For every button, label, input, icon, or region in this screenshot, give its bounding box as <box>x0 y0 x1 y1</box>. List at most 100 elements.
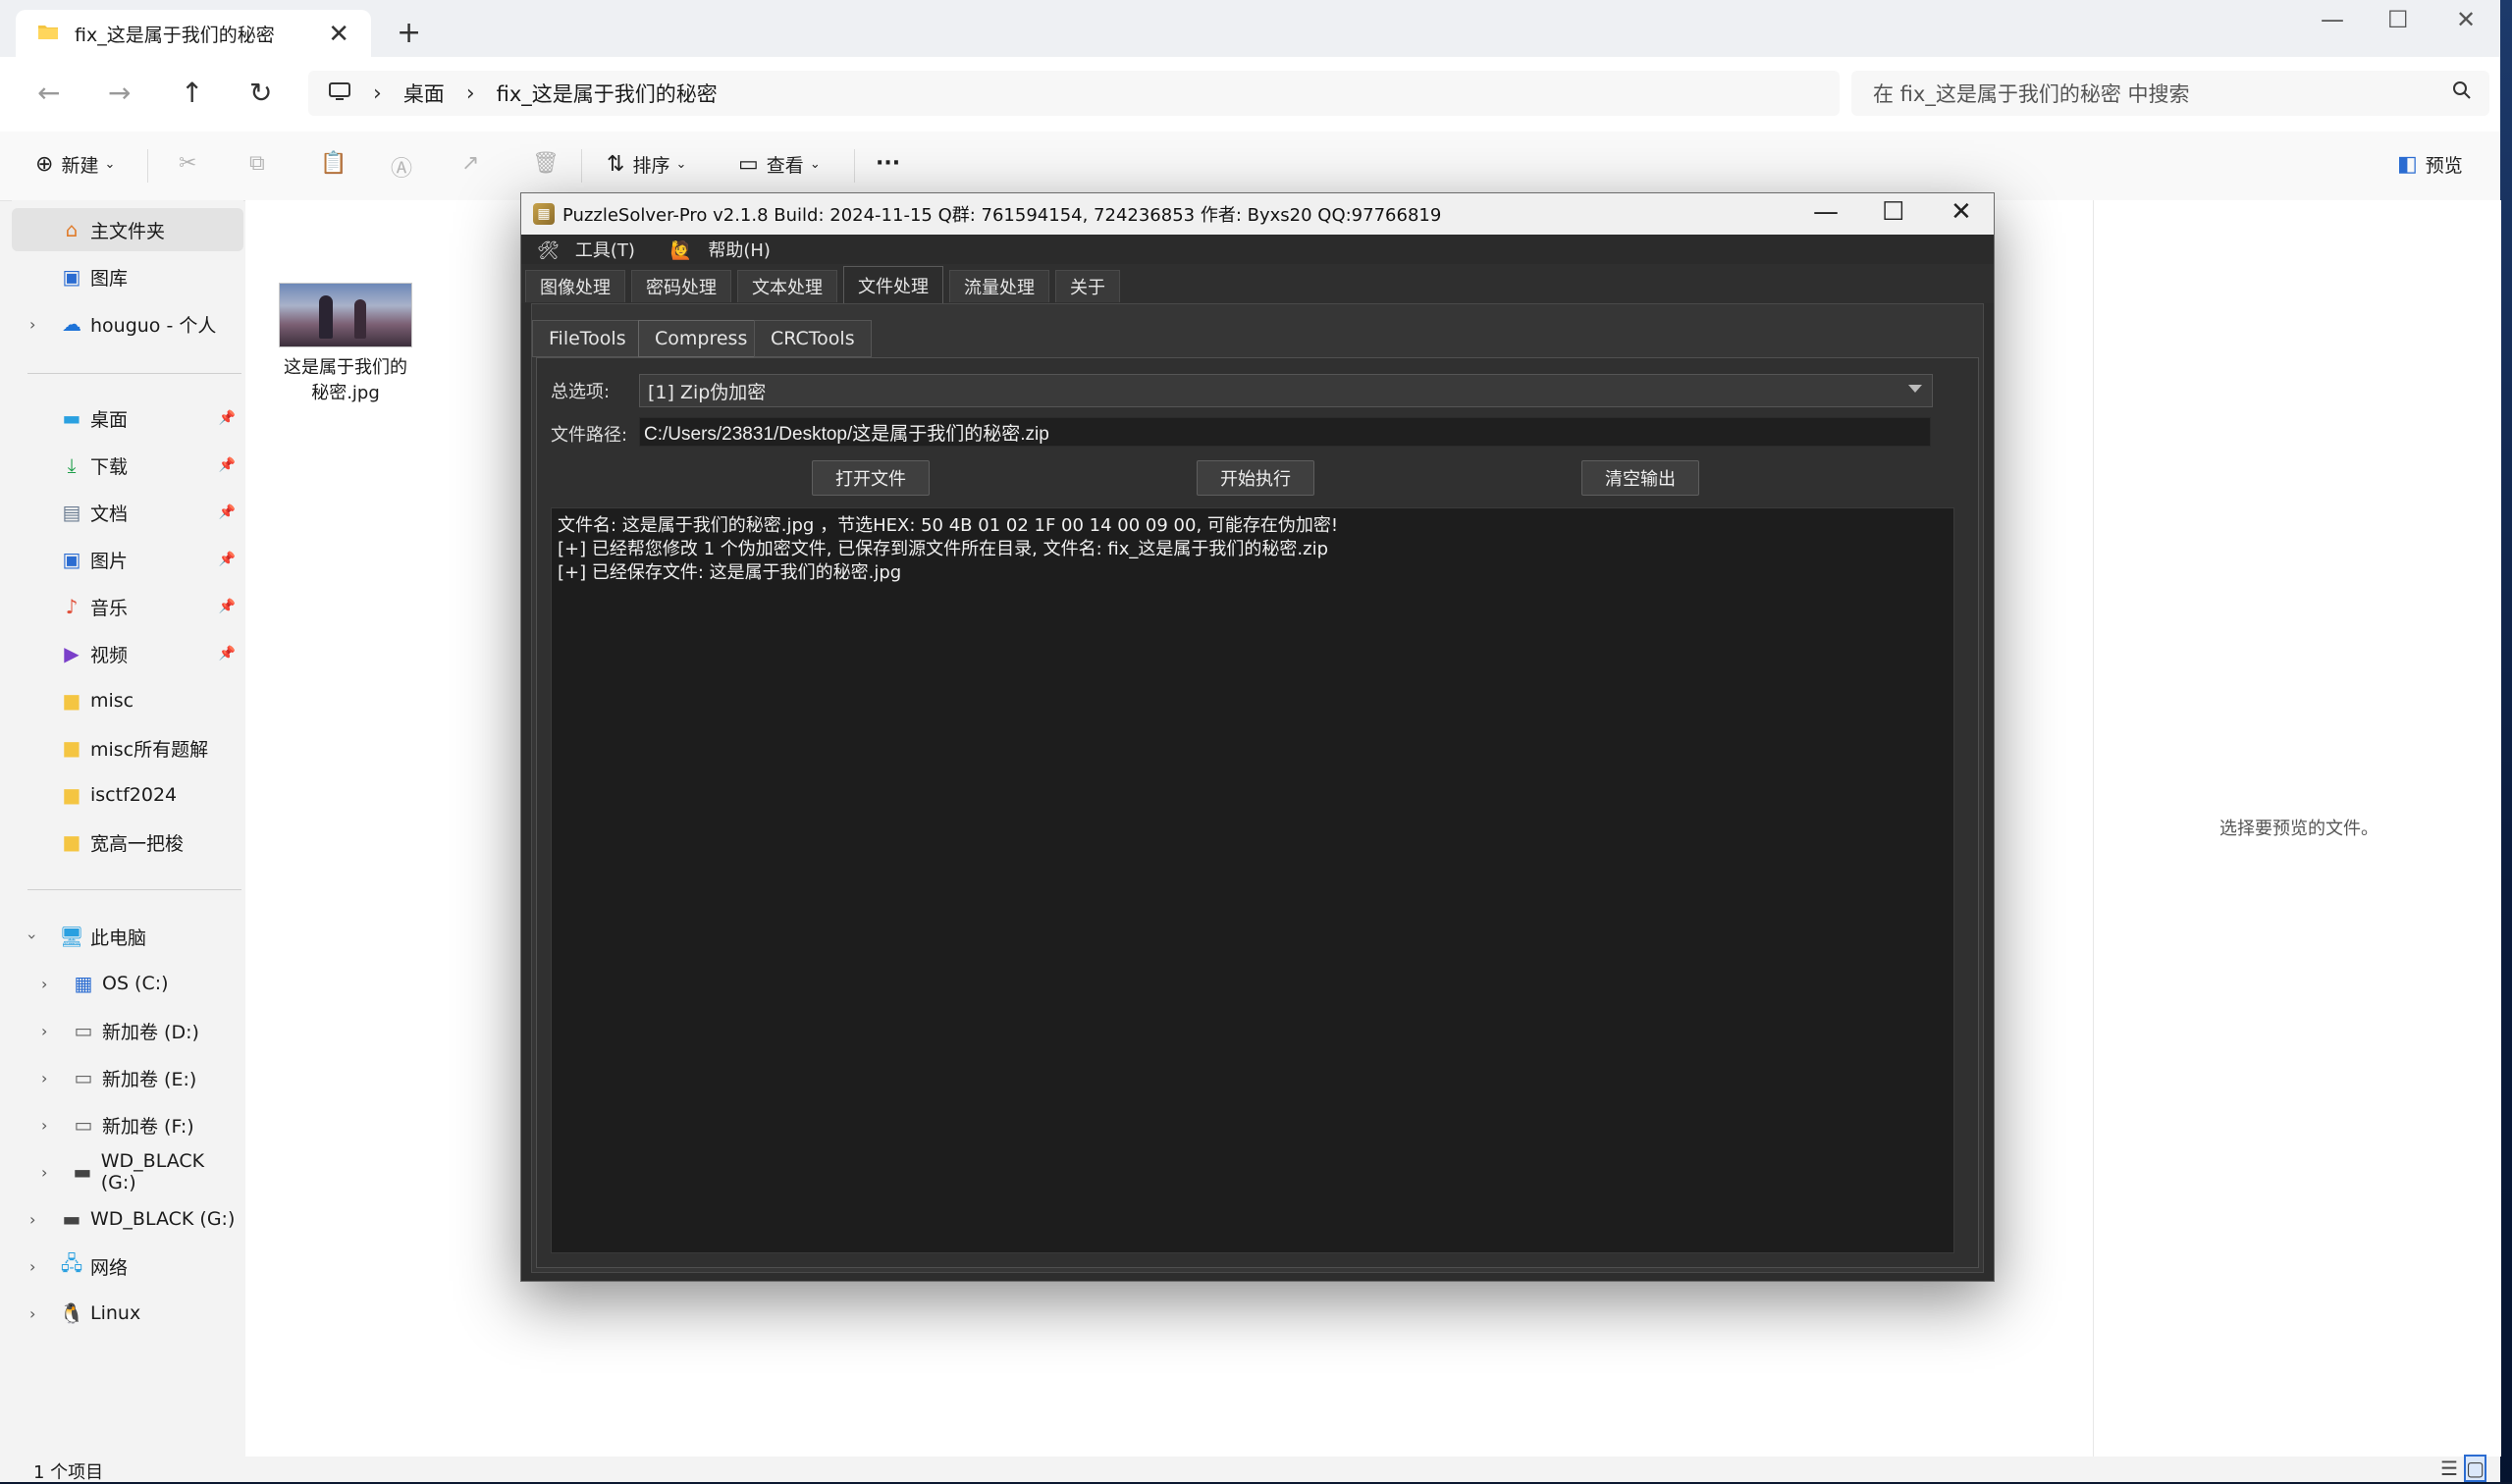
chevron-down-icon[interactable]: › <box>24 933 42 939</box>
output-textarea[interactable]: 文件名: 这是属于我们的秘密.jpg ，节选HEX: 50 4B 01 02 1… <box>551 507 1954 1253</box>
paste-button[interactable]: 📋 <box>320 151 354 176</box>
sidebar-item-drive-e[interactable]: › ▭ 新加卷 (E:) <box>12 1056 243 1099</box>
menu-tools[interactable]: 🛠 工具(T) <box>537 237 645 262</box>
desktop-icon: ▬ <box>62 406 81 430</box>
chevron-right-icon[interactable]: › <box>29 1304 35 1323</box>
run-button[interactable]: 开始执行 <box>1197 460 1314 496</box>
minimize-button[interactable]: — <box>2321 6 2344 33</box>
sidebar-item-home[interactable]: ⌂ 主文件夹 <box>12 208 243 251</box>
chevron-down-icon: ⌄ <box>104 157 116 172</box>
sidebar-item-misc[interactable]: ■ misc <box>12 679 243 722</box>
minimize-button[interactable]: — <box>1813 197 1839 227</box>
maximize-button[interactable]: ☐ <box>1882 197 1904 227</box>
sidebar-item-width-height[interactable]: ■ 宽高一把梭 <box>12 821 243 864</box>
close-button[interactable]: ✕ <box>1951 197 1972 227</box>
sidebar-item-onedrive[interactable]: › ☁ houguo - 个人 <box>12 302 243 345</box>
rename-button[interactable]: Ⓐ <box>391 151 420 183</box>
file-item[interactable]: 这是属于我们的 秘密.jpg <box>277 283 414 404</box>
sidebar-item-drive-d[interactable]: › ▭ 新加卷 (D:) <box>12 1009 243 1052</box>
tab-traffic-processing[interactable]: 流量处理 <box>949 270 1049 302</box>
breadcrumb-separator: › <box>373 80 382 106</box>
sidebar-item-linux[interactable]: › 🐧 Linux <box>12 1292 243 1335</box>
share-icon: ↗ <box>461 151 480 176</box>
tab-text-processing[interactable]: 文本处理 <box>737 270 837 302</box>
sidebar-item-videos[interactable]: ▶ 视频 📌 <box>12 632 243 675</box>
file-processing-panel: FileTools Compress CRCTools 总选项: [1] Zip… <box>531 303 1984 1273</box>
share-button[interactable]: ↗ <box>461 151 487 176</box>
open-file-button[interactable]: 打开文件 <box>812 460 930 496</box>
tab-file-processing[interactable]: 文件处理 <box>843 266 943 304</box>
up-button[interactable]: ↑ <box>181 77 203 109</box>
sidebar-item-drive-c[interactable]: › ▦ OS (C:) <box>12 962 243 1005</box>
cut-button[interactable]: ✂ <box>179 151 204 176</box>
sidebar-item-downloads[interactable]: ⤓ 下载 📌 <box>12 444 243 487</box>
address-bar[interactable]: › 桌面 › fix_这是属于我们的秘密 <box>308 71 1840 116</box>
sort-button[interactable]: ⇅ 排序 ⌄ <box>607 151 686 178</box>
main-tabs: 图像处理 密码处理 文本处理 文件处理 流量处理 关于 <box>521 264 1994 304</box>
sidebar-item-wd-black[interactable]: › ▬ WD_BLACK (G:) <box>12 1197 243 1241</box>
new-tab-button[interactable]: + <box>397 16 421 50</box>
refresh-button[interactable]: ↻ <box>249 77 272 109</box>
sidebar-item-label: 视频 <box>90 644 129 666</box>
sidebar-item-label: isctf2024 <box>90 784 178 806</box>
sidebar-item-label: WD_BLACK (G:) <box>90 1208 236 1230</box>
chevron-right-icon[interactable]: › <box>29 315 35 334</box>
sidebar-divider <box>27 889 241 890</box>
sidebar-item-drive-g[interactable]: › ▬ WD_BLACK (G:) <box>12 1150 243 1193</box>
sidebar-item-isctf2024[interactable]: ■ isctf2024 <box>12 773 243 817</box>
sidebar-item-label: 此电脑 <box>90 927 147 949</box>
breadcrumb-current-folder[interactable]: fix_这是属于我们的秘密 <box>497 79 718 108</box>
menu-help-label: 帮助(H) <box>708 240 771 261</box>
details-view-icon[interactable]: ☰ <box>2440 1457 2458 1480</box>
sidebar-item-label: OS (C:) <box>102 973 169 994</box>
tab-current-folder[interactable]: fix_这是属于我们的秘密 ✕ <box>16 10 371 57</box>
chevron-right-icon[interactable]: › <box>41 1116 47 1135</box>
chevron-down-icon: ⌄ <box>675 157 687 172</box>
sidebar-item-pictures[interactable]: ▣ 图片 📌 <box>12 538 243 581</box>
menu-help[interactable]: 🙋 帮助(H) <box>670 237 780 262</box>
tiles-view-icon[interactable]: ▢ <box>2464 1455 2486 1482</box>
back-button[interactable]: ← <box>37 77 60 109</box>
sidebar-item-network[interactable]: › 🖧 网络 <box>12 1245 243 1288</box>
copy-button[interactable]: ⧉ <box>249 151 273 176</box>
subtab-crctools[interactable]: CRCTools <box>754 320 872 357</box>
sidebar-item-documents[interactable]: ▤ 文档 📌 <box>12 491 243 534</box>
chevron-right-icon[interactable]: › <box>41 1163 47 1182</box>
chevron-right-icon[interactable]: › <box>41 975 47 993</box>
computer-icon: 🖥 <box>59 925 84 948</box>
sidebar-item-misc-solutions[interactable]: ■ misc所有题解 <box>12 726 243 769</box>
sidebar-item-drive-f[interactable]: › ▭ 新加卷 (F:) <box>12 1103 243 1146</box>
delete-button[interactable]: 🗑 <box>532 151 567 176</box>
chevron-right-icon[interactable]: › <box>41 1069 47 1087</box>
search-icon[interactable] <box>2452 80 2472 106</box>
new-button[interactable]: ⊕ 新建 ⌄ <box>35 151 115 178</box>
preview-pane-button[interactable]: ◧ 预览 <box>2397 151 2463 178</box>
sidebar-item-this-pc[interactable]: › 🖥 此电脑 <box>12 915 243 958</box>
puzzle-app-icon: ▦ <box>533 203 555 225</box>
sidebar-item-label: 新加卷 (E:) <box>102 1068 197 1090</box>
search-input[interactable]: 在 fix_这是属于我们的秘密 中搜索 <box>1851 71 2489 116</box>
close-tab-icon[interactable]: ✕ <box>328 20 349 49</box>
breadcrumb-desktop[interactable]: 桌面 <box>403 79 445 108</box>
forward-button[interactable]: → <box>108 77 131 109</box>
chevron-right-icon[interactable]: › <box>41 1022 47 1040</box>
chevron-right-icon[interactable]: › <box>29 1210 35 1229</box>
subtab-compress[interactable]: Compress <box>638 320 765 357</box>
close-window-button[interactable]: ✕ <box>2456 6 2476 33</box>
clear-output-button[interactable]: 清空输出 <box>1581 460 1699 496</box>
file-path-input[interactable] <box>639 417 1931 447</box>
dropdown-arrow-icon <box>1908 385 1922 393</box>
maximize-button[interactable]: ☐ <box>2387 6 2409 33</box>
view-button[interactable]: ▭ 查看 ⌄ <box>738 151 821 178</box>
tab-image-processing[interactable]: 图像处理 <box>525 270 625 302</box>
tab-about[interactable]: 关于 <box>1055 270 1120 302</box>
sidebar-item-desktop[interactable]: ▬ 桌面 📌 <box>12 397 243 440</box>
chevron-right-icon[interactable]: › <box>29 1257 35 1276</box>
tab-crypto-processing[interactable]: 密码处理 <box>631 270 731 302</box>
option-select[interactable]: [1] Zip伪加密 <box>639 374 1933 407</box>
subtab-filetools[interactable]: FileTools <box>532 320 643 357</box>
sidebar-item-gallery[interactable]: ▣ 图库 <box>12 255 243 298</box>
preview-message: 选择要预览的文件。 <box>2219 819 2378 839</box>
sidebar-item-music[interactable]: ♪ 音乐 📌 <box>12 585 243 628</box>
more-options-button[interactable]: ··· <box>876 151 900 176</box>
